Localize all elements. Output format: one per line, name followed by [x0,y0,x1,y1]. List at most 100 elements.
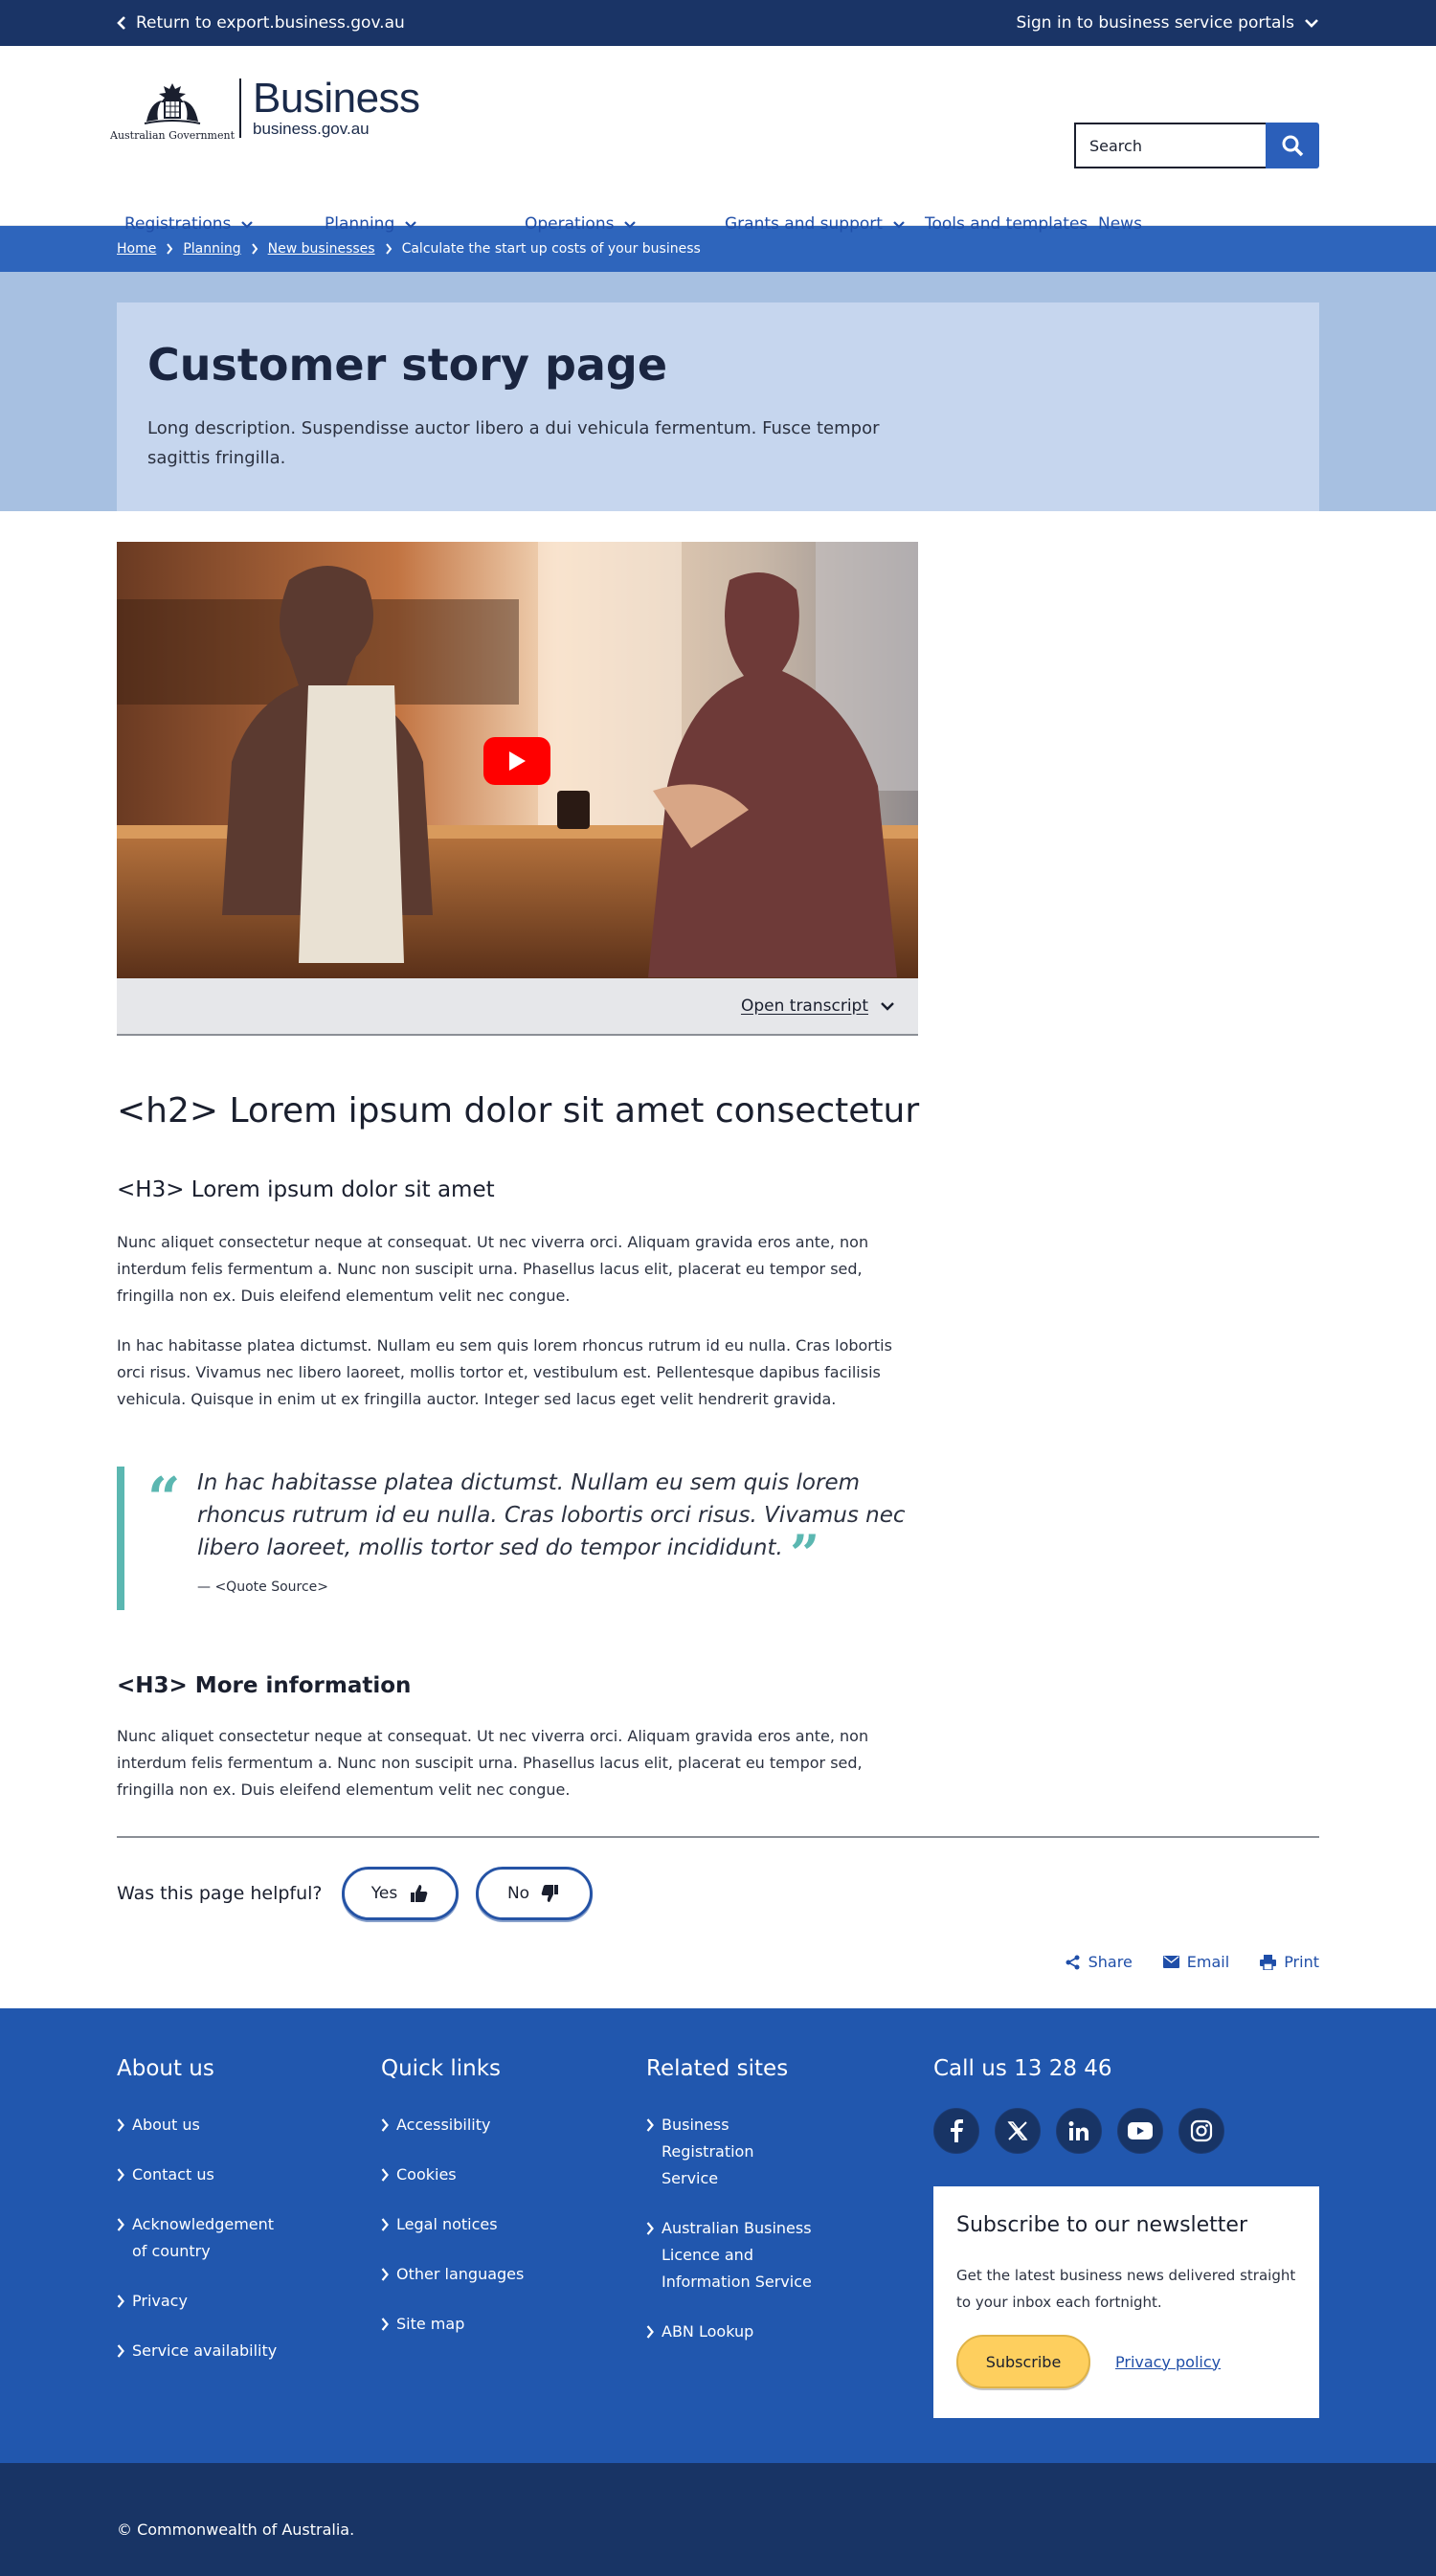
no-label: No [506,1884,530,1903]
newsletter-actions: Subscribe Privacy policy [956,2335,1296,2388]
print-label: Print [1284,1953,1319,1971]
return-link[interactable]: Return to export.business.gov.au [117,13,405,33]
brand-url: business.gov.au [253,120,370,138]
nav-label: Registrations [124,214,232,234]
thumbs-down-icon [541,1885,559,1902]
quote-source: — <Quote Source> [197,1579,329,1595]
nav-grants[interactable]: Grants and support [725,214,906,234]
subscribe-button[interactable]: Subscribe [956,2335,1090,2388]
thumbs-up-icon [411,1885,428,1902]
open-transcript-button[interactable]: Open transcript [117,978,918,1036]
footer-link[interactable]: Business Registration Service [646,2112,815,2192]
privacy-policy-link[interactable]: Privacy policy [1115,2353,1221,2371]
nav-label: Operations [525,214,615,234]
footer-link[interactable]: Privacy [117,2288,277,2315]
copyright: © Commonwealth of Australia. [117,2520,355,2539]
chevron-right-icon [646,2118,654,2132]
email-link[interactable]: Email [1162,1953,1229,1971]
chevron-right-icon [381,2118,389,2132]
instagram-icon [1190,2119,1213,2142]
footer-link-label: Service availability [132,2341,278,2360]
footer-about-heading: About us [117,2056,214,2081]
footer-quick-heading: Quick links [381,2056,502,2081]
footer-bottom: © Commonwealth of Australia. [0,2463,1436,2576]
newsletter-card: Subscribe to our newsletter Get the late… [933,2186,1319,2418]
instagram-link[interactable] [1178,2108,1224,2154]
chevron-right-icon [381,2168,389,2182]
chevron-right-icon [381,2218,389,2231]
blockquote: “ In hac habitasse platea dictumst. Null… [117,1467,921,1610]
newsletter-text: Get the latest business news delivered s… [956,2267,1296,2311]
footer-link-label: Cookies [396,2165,457,2184]
chevron-right-icon [117,2295,124,2308]
footer-link-label: About us [132,2116,200,2134]
print-link[interactable]: Print [1260,1953,1319,1971]
share-icon [1066,1955,1080,1969]
search-button[interactable] [1266,123,1319,168]
quote-text-wrap: In hac habitasse platea dictumst. Nullam… [197,1467,925,1579]
chevron-right-icon [117,2344,124,2358]
share-link[interactable]: Share [1066,1953,1133,1971]
footer-link[interactable]: Legal notices [381,2211,524,2238]
footer-link-label: Legal notices [396,2215,498,2233]
x-link[interactable] [995,2108,1041,2154]
facebook-link[interactable] [933,2108,979,2154]
no-button[interactable]: No [475,1867,593,1920]
breadcrumb-home[interactable]: Home [117,241,156,257]
chevron-right-icon [381,2318,389,2331]
footer-link-label: Accessibility [396,2116,491,2134]
footer-link[interactable]: Accessibility [381,2112,524,2139]
share-tools: Share Email Print [1066,1953,1319,1971]
site-logo[interactable]: Australian Government Business business.… [110,75,420,143]
footer-link[interactable]: Site map [381,2311,524,2338]
footer-related-sites: Related sites Business Registration Serv… [646,2056,815,2368]
site-footer: About us About us Contact us Acknowledge… [0,2008,1436,2463]
footer-link[interactable]: About us [117,2112,277,2139]
footer-quick-links: Quick links Accessibility Cookies Legal … [381,2056,524,2361]
footer-link[interactable]: Cookies [381,2162,524,2188]
coat-of-arms-icon [144,83,201,124]
chevron-right-icon [117,2168,124,2182]
print-icon [1260,1954,1277,1970]
footer-link[interactable]: Other languages [381,2261,524,2288]
divider [117,1836,1319,1838]
youtube-icon [1128,2122,1153,2139]
chevron-right-icon [117,2118,124,2132]
signin-menu[interactable]: Sign in to business service portals [1017,13,1320,33]
yes-button[interactable]: Yes [341,1867,459,1920]
paragraph-2: In hac habitasse platea dictumst. Nullam… [117,1336,892,1408]
footer-link[interactable]: Service availability [117,2338,277,2364]
breadcrumb-new-businesses[interactable]: New businesses [268,241,375,257]
breadcrumb-current: Calculate the start up costs of your bus… [401,241,701,257]
nav-planning[interactable]: Planning [325,214,417,234]
nav-label: Planning [325,214,395,234]
search-input[interactable] [1074,123,1266,168]
footer-link[interactable]: Contact us [117,2162,277,2188]
x-icon [1007,2121,1028,2140]
newsletter-heading: Subscribe to our newsletter [956,2213,1248,2237]
nav-operations[interactable]: Operations [525,214,637,234]
top-bar: Return to export.business.gov.au Sign in… [0,0,1436,46]
signin-label: Sign in to business service portals [1016,13,1295,33]
footer-about: About us About us Contact us Acknowledge… [117,2056,277,2387]
breadcrumb-planning[interactable]: Planning [183,241,240,257]
youtube-link[interactable] [1117,2108,1163,2154]
chevron-left-icon [117,16,125,30]
transcript-label: Open transcript [740,997,868,1016]
chevron-down-icon [405,220,417,229]
footer-link[interactable]: ABN Lookup [646,2318,815,2345]
share-label: Share [1088,1953,1133,1971]
footer-link[interactable]: Acknowledgement of country [117,2211,277,2265]
nav-news[interactable]: News [1098,214,1142,234]
video-player[interactable] [117,542,918,978]
nav-registrations[interactable]: Registrations [124,214,254,234]
play-button[interactable] [483,737,550,785]
coat-of-arms: Australian Government [110,75,235,142]
paragraph-3: Nunc aliquet consectetur neque at conseq… [117,1727,869,1799]
email-icon [1162,1956,1179,1968]
chevron-down-icon [241,220,254,229]
nav-tools[interactable]: Tools and templates [925,214,1088,234]
footer-link[interactable]: Australian Business Licence and Informat… [646,2215,815,2296]
linkedin-link[interactable] [1056,2108,1102,2154]
quote-open-icon: “ [147,1466,181,1533]
